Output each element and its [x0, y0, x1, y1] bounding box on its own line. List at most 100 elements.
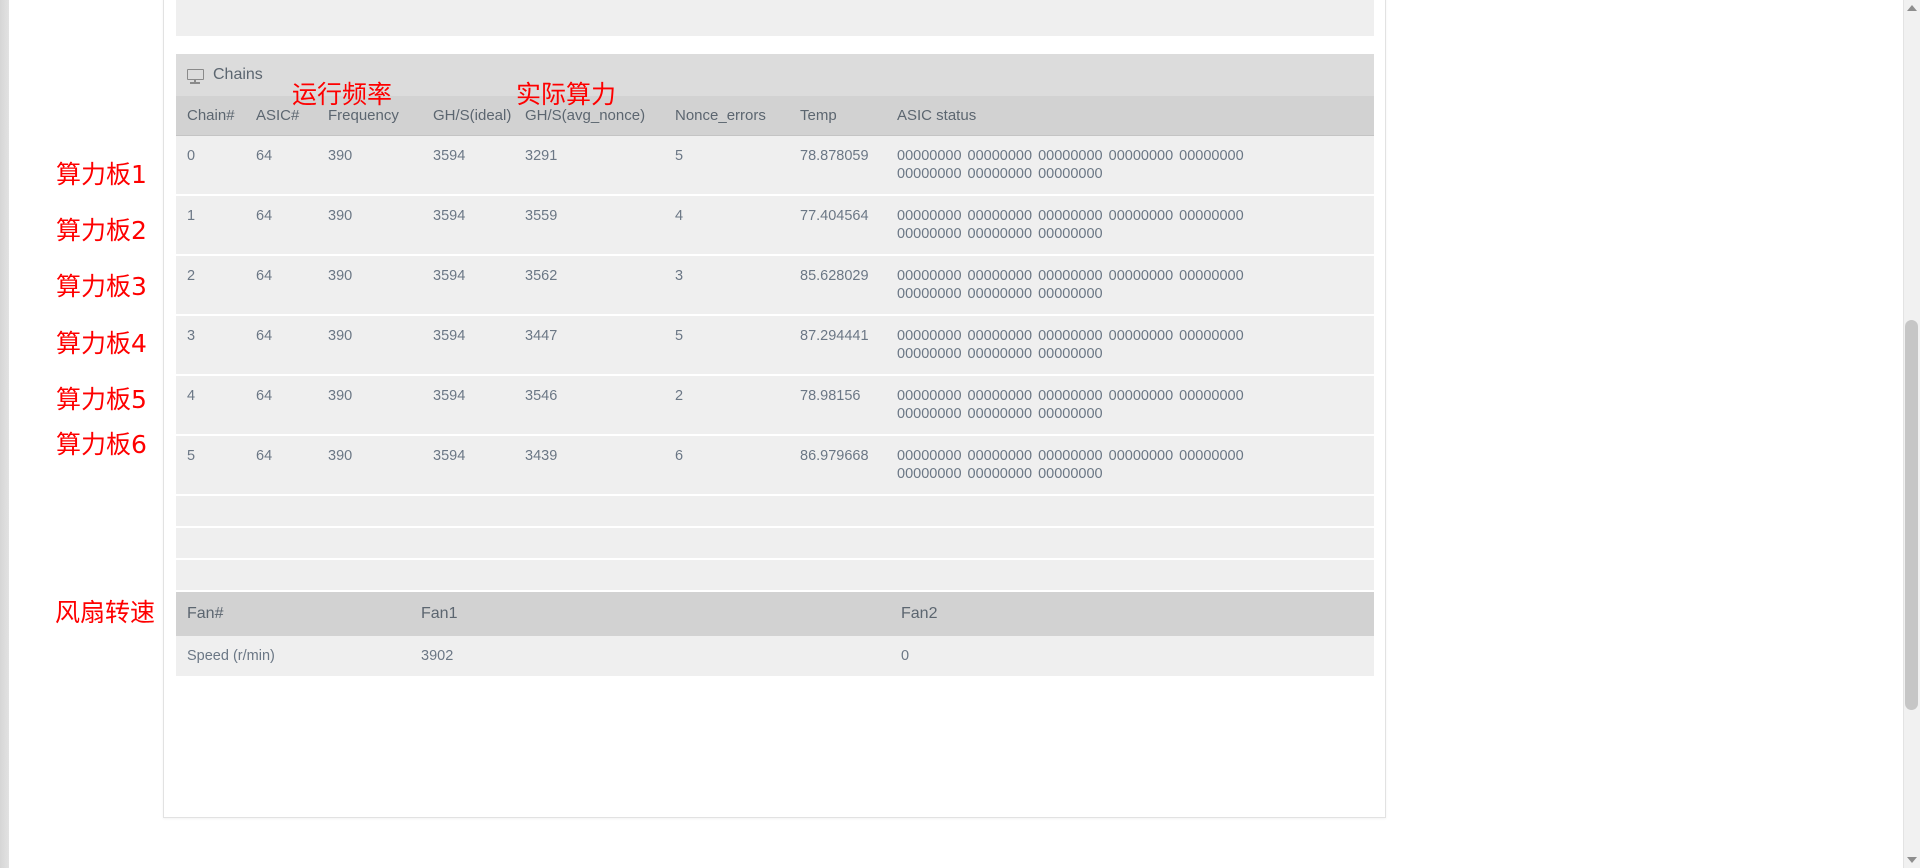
- nonce-errors-value: 5: [675, 315, 800, 376]
- ghs-ideal-value: 3594: [433, 135, 525, 196]
- asic-status-text: 00000000 00000000 00000000 00000000 0000…: [897, 388, 1244, 422]
- chain-number: 2: [176, 255, 256, 316]
- temp-value: 87.294441: [800, 315, 897, 376]
- nonce-errors-value: 4: [675, 195, 800, 256]
- empty-cell: [675, 495, 800, 528]
- asic-count: 64: [256, 195, 328, 256]
- frequency-value: 390: [328, 255, 433, 316]
- frequency-value: 390: [328, 195, 433, 256]
- fan-speed-label: Speed (r/min): [176, 636, 421, 676]
- table-row-empty: [176, 495, 1374, 528]
- left-gutter: [0, 0, 9, 868]
- annotation-board-4: 算力板4: [56, 329, 147, 358]
- chain-number: 1: [176, 195, 256, 256]
- scroll-down-arrow-icon[interactable]: [1907, 857, 1917, 863]
- empty-cell: [897, 495, 1374, 528]
- empty-cell: [675, 527, 800, 560]
- frequency-value: 390: [328, 435, 433, 496]
- col-fan-number: Fan#: [176, 592, 421, 636]
- nonce-errors-value: 3: [675, 255, 800, 316]
- ghs-ideal-value: 3594: [433, 435, 525, 496]
- asic-count: 64: [256, 435, 328, 496]
- col-chain[interactable]: Chain#: [176, 96, 256, 136]
- empty-cell: [525, 527, 675, 560]
- col-nonce-errors[interactable]: Nonce_errors: [675, 96, 800, 136]
- empty-cell: [433, 527, 525, 560]
- empty-cell: [675, 559, 800, 592]
- empty-cell: [176, 559, 256, 592]
- annotation-board-3: 算力板3: [56, 272, 147, 301]
- empty-cell: [433, 495, 525, 528]
- annotation-board-5: 算力板5: [56, 385, 147, 414]
- empty-cell: [256, 495, 328, 528]
- ghs-avg-nonce-value: 3562: [525, 255, 675, 316]
- temp-value: 85.628029: [800, 255, 897, 316]
- content-panel: 2 stratum+tcp://stratum.f2pool.com:3333 …: [163, 0, 1386, 818]
- empty-cell: [256, 559, 328, 592]
- asic-status-text: 00000000 00000000 00000000 00000000 0000…: [897, 208, 1244, 242]
- temp-value: 78.98156: [800, 375, 897, 436]
- ghs-avg-nonce-value: 3559: [525, 195, 675, 256]
- ghs-ideal-value: 3594: [433, 315, 525, 376]
- empty-cell: [897, 559, 1374, 592]
- col-asic-status[interactable]: ASIC status: [897, 96, 1374, 136]
- scroll-up-arrow-icon[interactable]: [1907, 5, 1917, 11]
- temp-value: 86.979668: [800, 435, 897, 496]
- frequency-value: 390: [328, 315, 433, 376]
- empty-cell: [176, 495, 256, 528]
- table-row: 2 64 390 3594 3562 3 85.628029 00000000 0000000…: [176, 255, 1374, 316]
- fan-table-body: Speed (r/min) 3902 0: [176, 636, 1374, 676]
- annotation-board-2: 算力板2: [56, 216, 147, 245]
- temp-value: 77.404564: [800, 195, 897, 256]
- chain-number: 4: [176, 375, 256, 436]
- asic-status-value: 00000000 00000000 00000000 00000000 0000…: [897, 135, 1374, 196]
- empty-cell: [256, 527, 328, 560]
- ghs-avg-nonce-value: 3291: [525, 135, 675, 196]
- empty-cell: [800, 495, 897, 528]
- ghs-avg-nonce-value: 3546: [525, 375, 675, 436]
- empty-cell: [800, 559, 897, 592]
- col-temp[interactable]: Temp: [800, 96, 897, 136]
- asic-status-text: 00000000 00000000 00000000 00000000 0000…: [897, 448, 1244, 482]
- scrollbar-thumb[interactable]: [1905, 320, 1918, 710]
- empty-cell: [328, 559, 433, 592]
- left-gutter-fill: [0, 0, 9, 868]
- chains-table: Chain# ASIC# Frequency GH/S(ideal) GH/S(…: [176, 96, 1374, 592]
- col-fan1: Fan1: [421, 592, 901, 636]
- asic-count: 64: [256, 375, 328, 436]
- empty-cell: [328, 495, 433, 528]
- asic-status-value: 00000000 00000000 00000000 00000000 0000…: [897, 315, 1374, 376]
- asic-status-value: 00000000 00000000 00000000 00000000 0000…: [897, 375, 1374, 436]
- ghs-ideal-value: 3594: [433, 195, 525, 256]
- frequency-value: 390: [328, 375, 433, 436]
- chain-number: 5: [176, 435, 256, 496]
- fan-table-head: Fan# Fan1 Fan2: [176, 592, 1374, 636]
- nonce-errors-value: 5: [675, 135, 800, 196]
- asic-status-text: 00000000 00000000 00000000 00000000 0000…: [897, 328, 1244, 362]
- annotation-fan-speed: 风扇转速: [55, 598, 156, 627]
- chain-number: 0: [176, 135, 256, 196]
- monitor-icon: [187, 68, 204, 84]
- table-row-empty: [176, 527, 1374, 560]
- col-ghs-ideal[interactable]: GH/S(ideal): [433, 96, 525, 136]
- ghs-ideal-value: 3594: [433, 375, 525, 436]
- table-row-empty: [176, 559, 1374, 592]
- asic-count: 64: [256, 315, 328, 376]
- annotation-hashrate: 实际算力: [516, 80, 617, 109]
- fan1-speed-value: 3902: [421, 636, 901, 676]
- empty-cell: [433, 559, 525, 592]
- empty-cell: [525, 559, 675, 592]
- nonce-errors-value: 2: [675, 375, 800, 436]
- table-row: 0 64 390 3594 3291 5 78.878059 00000000 0000000…: [176, 135, 1374, 196]
- col-fan2: Fan2: [901, 592, 1374, 636]
- page-root: 算力板1 算力板2 算力板3 算力板4 算力板5 算力板6 风扇转速 2 str…: [0, 0, 1920, 868]
- temp-value: 78.878059: [800, 135, 897, 196]
- chains-section-title: Chains: [213, 66, 263, 83]
- asic-count: 64: [256, 255, 328, 316]
- empty-cell: [328, 527, 433, 560]
- asic-status-text: 00000000 00000000 00000000 00000000 0000…: [897, 268, 1244, 302]
- vertical-scrollbar[interactable]: [1903, 0, 1920, 868]
- empty-cell: [525, 495, 675, 528]
- empty-cell: [800, 527, 897, 560]
- fan-speed-row: Speed (r/min) 3902 0: [176, 636, 1374, 676]
